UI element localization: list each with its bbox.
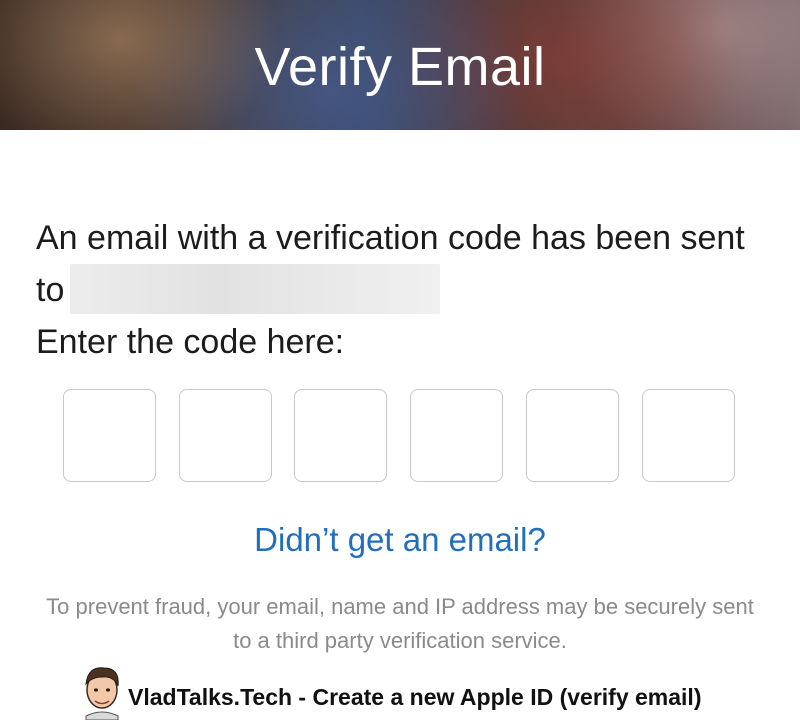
fraud-disclaimer: To prevent fraud, your email, name and I…: [46, 594, 754, 653]
redacted-email: [70, 264, 441, 315]
code-digit-3[interactable]: [294, 389, 387, 482]
code-digit-2[interactable]: [179, 389, 272, 482]
code-prompt: Enter the code here:: [36, 323, 345, 361]
code-input-row: [63, 389, 738, 484]
page-title: Verify Email: [254, 37, 546, 97]
code-digit-1[interactable]: [63, 389, 156, 482]
watermark: VladTalks.Tech - Create a new Apple ID (…: [76, 660, 776, 720]
code-digit-6[interactable]: [642, 389, 735, 482]
header-banner: Verify Email: [0, 0, 800, 130]
code-digit-5[interactable]: [526, 389, 619, 482]
watermark-text: VladTalks.Tech - Create a new Apple ID (…: [128, 684, 702, 710]
resend-email-link[interactable]: Didn’t get an email?: [0, 518, 800, 562]
avatar-icon: [85, 667, 119, 720]
verification-message: An email with a verification code has be…: [36, 212, 776, 368]
code-digit-4[interactable]: [410, 389, 503, 482]
